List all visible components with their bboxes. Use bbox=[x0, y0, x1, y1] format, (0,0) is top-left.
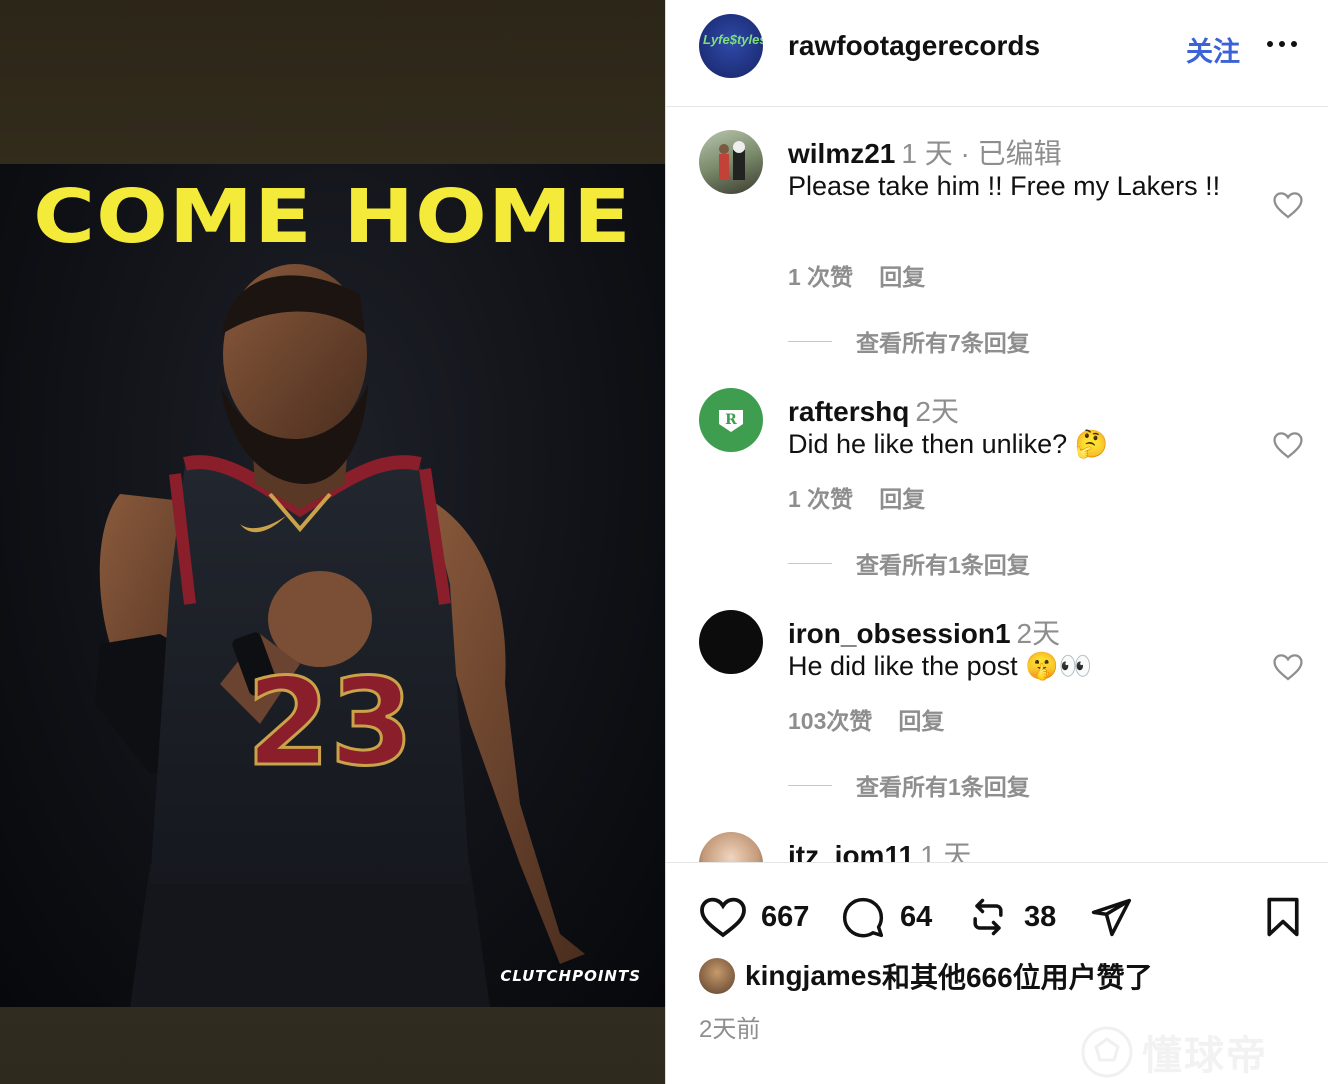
likes-count: 667 bbox=[761, 900, 810, 933]
comment-text: Please take him !! Free my Lakers !! bbox=[788, 171, 1221, 201]
comment-timestamp: 2天 bbox=[915, 396, 959, 427]
comment-text: Did he like then unlike? 🤔 bbox=[788, 429, 1109, 459]
comment-avatar[interactable]: R bbox=[699, 388, 763, 452]
save-action[interactable] bbox=[1264, 895, 1302, 944]
reposts-count: 38 bbox=[1024, 900, 1057, 933]
view-replies-button[interactable]: 查看所有1条回复 bbox=[788, 546, 1030, 580]
comment-action[interactable]: 64 bbox=[840, 895, 932, 939]
heart-icon[interactable] bbox=[1271, 428, 1305, 462]
view-replies-button[interactable]: 查看所有1条回复 bbox=[788, 768, 1030, 802]
comment-meta: 1 次赞 回复 bbox=[788, 480, 925, 514]
heart-icon[interactable] bbox=[699, 895, 747, 939]
heart-icon[interactable] bbox=[1271, 188, 1305, 222]
more-options-icon[interactable] bbox=[1264, 26, 1300, 62]
raftershq-logo-icon: R bbox=[719, 410, 743, 432]
liked-by-user[interactable]: kingjames bbox=[745, 960, 882, 992]
comment-reply-button[interactable]: 回复 bbox=[898, 708, 944, 734]
site-watermark: 懂球帝 bbox=[1080, 1023, 1268, 1081]
site-watermark-text: 懂球帝 bbox=[1142, 1034, 1268, 1078]
replies-divider bbox=[788, 562, 832, 564]
comment-meta: 1 次赞 回复 bbox=[788, 258, 925, 292]
comment-text: He did like the post 🤫👀 bbox=[788, 651, 1093, 681]
comment-reply-button[interactable]: 回复 bbox=[879, 486, 925, 512]
clutchpoints-watermark: CLUTCHPOINTS bbox=[500, 967, 641, 985]
comment-avatar[interactable] bbox=[699, 130, 763, 194]
liked-by-avatar[interactable] bbox=[699, 958, 735, 994]
liked-by-rest[interactable]: 和其他666位用户赞了 bbox=[882, 956, 1153, 996]
comment-reply-button[interactable]: 回复 bbox=[879, 264, 925, 290]
comment-username[interactable]: iron_obsession1 bbox=[788, 618, 1011, 649]
comment-avatar[interactable] bbox=[699, 832, 763, 862]
bookmark-icon[interactable] bbox=[1264, 895, 1302, 939]
player-illustration: 23 bbox=[95, 264, 585, 1007]
send-icon[interactable] bbox=[1088, 895, 1134, 939]
post-actions: 667 64 38 kingjames 和其他666位用户赞了 2天前 懂球帝 bbox=[666, 862, 1328, 1084]
soccer-ball-icon bbox=[1081, 1026, 1133, 1078]
repost-icon[interactable] bbox=[966, 895, 1010, 939]
like-action[interactable]: 667 bbox=[699, 895, 809, 939]
author-avatar-label: Lyfe$tyles bbox=[703, 32, 763, 47]
comment-bubble-icon[interactable] bbox=[840, 895, 886, 939]
heart-icon[interactable] bbox=[1271, 650, 1305, 684]
author-avatar[interactable]: Lyfe$tyles bbox=[699, 14, 763, 78]
comment-username[interactable]: wilmz21 bbox=[788, 138, 895, 169]
post-date: 2天前 bbox=[699, 1016, 761, 1043]
post-image: COME HOME 23 CLUTCHPOINTS bbox=[0, 164, 665, 1007]
comment-timestamp: 1 天 bbox=[920, 840, 972, 862]
follow-button[interactable]: 关注 bbox=[1186, 30, 1240, 69]
post-media[interactable]: COME HOME 23 CLUTCHPOINTS bbox=[0, 0, 665, 1084]
repost-action[interactable]: 38 bbox=[966, 895, 1056, 939]
comment-avatar-photo bbox=[719, 141, 745, 180]
comment-timestamp: 2天 bbox=[1016, 618, 1061, 649]
comment-like-count[interactable]: 1 次赞 bbox=[788, 486, 853, 512]
post-side-panel: Lyfe$tyles rawfootagerecords 关注 wilmz21 1… bbox=[665, 0, 1328, 1084]
view-replies-button[interactable]: 查看所有7条回复 bbox=[788, 324, 1030, 358]
replies-divider bbox=[788, 784, 832, 786]
comments-list[interactable]: wilmz21 1 天 · 已编辑 Please take him !! Free… bbox=[666, 108, 1328, 862]
post-header: Lyfe$tyles rawfootagerecords 关注 bbox=[666, 0, 1328, 107]
comments-count: 64 bbox=[900, 900, 933, 933]
liked-by[interactable]: kingjames 和其他666位用户赞了 bbox=[699, 956, 1153, 996]
view-replies-label: 查看所有1条回复 bbox=[856, 774, 1030, 800]
raftershq-logo-letter: R bbox=[725, 412, 737, 428]
share-action[interactable] bbox=[1088, 895, 1134, 939]
jersey-number: 23 bbox=[247, 654, 414, 793]
comment-like-count[interactable]: 1 次赞 bbox=[788, 264, 853, 290]
comment-like-count[interactable]: 103次赞 bbox=[788, 708, 872, 734]
replies-divider bbox=[788, 340, 832, 342]
comment-meta: 103次赞 回复 bbox=[788, 702, 944, 736]
author-username[interactable]: rawfootagerecords bbox=[788, 30, 1040, 62]
comment-username[interactable]: raftershq bbox=[788, 396, 909, 427]
comment-avatar[interactable] bbox=[699, 610, 763, 674]
comment-timestamp: 1 天 · 已编辑 bbox=[901, 138, 1062, 169]
view-replies-label: 查看所有1条回复 bbox=[856, 552, 1030, 578]
comment-username[interactable]: itz_jom11 bbox=[788, 840, 914, 862]
view-replies-label: 查看所有7条回复 bbox=[856, 330, 1030, 356]
